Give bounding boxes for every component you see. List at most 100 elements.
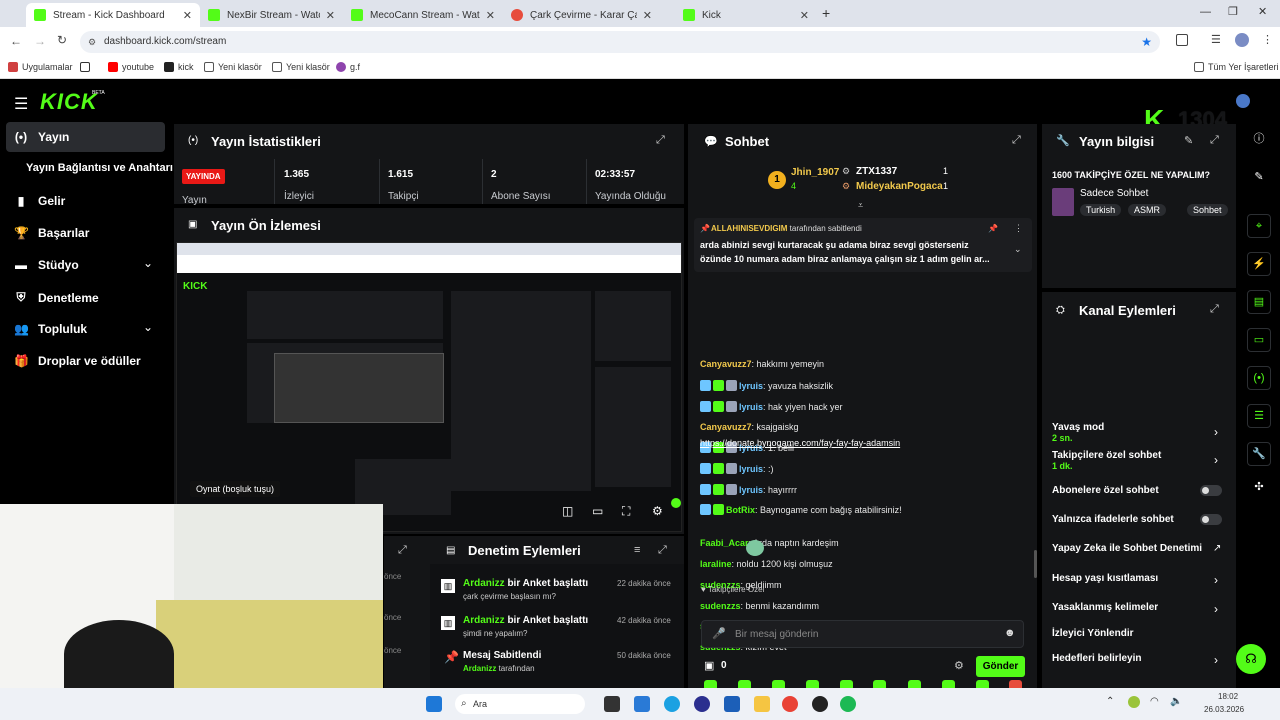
popout-icon[interactable]: ⤢ [1210, 303, 1219, 316]
sidebar-item-basarilar[interactable]: 🏆 Başarılar [14, 226, 89, 240]
support-icon[interactable]: ☊ [1236, 644, 1266, 674]
chevron-right-icon[interactable]: › [1214, 573, 1218, 587]
reading-list-icon[interactable]: ☰ [1211, 33, 1221, 46]
chevron-down-icon[interactable]: ⌄ [143, 256, 153, 270]
tag-chip[interactable]: Turkish [1080, 204, 1122, 216]
back-icon[interactable]: ← [10, 34, 22, 48]
chat-scrollbar[interactable] [1034, 550, 1037, 578]
sidebar-item-studyo[interactable]: ▬ Stüdyo [14, 258, 79, 272]
modlog-user[interactable]: Ardanizz [463, 578, 505, 589]
all-bookmarks[interactable]: Tüm Yer İşaretleri [1194, 62, 1279, 72]
edit-icon[interactable]: ✎ [1184, 134, 1193, 147]
chat-username[interactable]: sudenzzs [700, 601, 741, 611]
channel-action-row[interactable]: Yapay Zeka ile Sohbet Denetimi [1052, 543, 1202, 554]
url-input[interactable]: ⚙ dashboard.kick.com/stream ★ [80, 31, 1160, 53]
close-tab-icon[interactable]: ✕ [183, 9, 192, 22]
theater-icon[interactable]: ▭ [592, 504, 603, 518]
channel-action-row[interactable]: Yavaş mod 2 sn. [1052, 422, 1104, 443]
popout-icon[interactable]: ⤢ [658, 544, 667, 557]
tab-kick[interactable]: Kick ✕ [675, 3, 817, 27]
pinned-by-user[interactable]: ALLAHINISEVDIGIM [711, 224, 787, 233]
file-explorer-icon[interactable] [754, 696, 770, 712]
close-tab-icon[interactable]: ✕ [643, 9, 652, 22]
channel-action-row[interactable]: Hedefleri belirleyin [1052, 653, 1141, 664]
popout-icon[interactable]: ⤢ [1012, 134, 1021, 147]
clock-date[interactable]: 26.03.2026 [1204, 705, 1244, 714]
close-tab-icon[interactable]: ✕ [326, 9, 335, 22]
close-tab-icon[interactable]: ✕ [800, 9, 809, 22]
channel-action-row[interactable]: Yalnızca ifadelerle sohbet [1052, 514, 1174, 525]
channel-action-row[interactable]: İzleyici Yönlendir [1052, 628, 1134, 639]
kick-logo[interactable]: KICK [40, 89, 98, 115]
bookmark-kick[interactable]: kick [164, 62, 194, 72]
chat-username[interactable]: Canyavuzz7 [700, 422, 752, 432]
pip-icon[interactable]: ◫ [562, 504, 573, 518]
popout-icon[interactable]: ⤢ [398, 544, 407, 557]
bookmark-star-icon[interactable]: ★ [1141, 31, 1152, 53]
volume-icon[interactable]: 🔈 [1170, 696, 1182, 707]
toggle-switch[interactable] [1200, 485, 1222, 496]
filter-icon[interactable]: ≡ [634, 544, 640, 556]
forward-icon[interactable]: → [34, 34, 46, 48]
points-icon[interactable]: ▣ [704, 659, 714, 672]
user-avatar[interactable] [1236, 94, 1250, 108]
modlog-user[interactable]: Ardanizz [463, 615, 505, 626]
settings-gear-icon[interactable]: ⚙ [652, 504, 663, 518]
sidebar-item-denetleme[interactable]: ⛨ Denetleme [14, 290, 98, 305]
spotify-icon[interactable] [840, 696, 856, 712]
clock-time[interactable]: 18:02 [1218, 692, 1238, 701]
popout-icon[interactable]: ⤢ [1210, 134, 1219, 147]
collapse-icon[interactable]: ⩡ [858, 200, 863, 211]
popout-icon[interactable]: ⤢ [656, 134, 665, 147]
maximize-icon[interactable]: ❐ [1228, 5, 1238, 18]
channel-action-row[interactable]: Takipçilere özel sohbet 1 dk. [1052, 450, 1161, 471]
widgets-icon[interactable] [634, 696, 650, 712]
chevron-down-icon[interactable]: ⌄ [143, 320, 153, 334]
category-name[interactable]: Sadece Sohbet [1080, 188, 1148, 199]
bookmark-apps[interactable]: Uygulamalar [8, 62, 73, 72]
sidebar-item-droplar[interactable]: 🎁 Droplar ve ödüller [14, 354, 141, 368]
sidebar-item-gelir[interactable]: ▮ Gelir [14, 194, 66, 208]
bookmark-folder-1[interactable]: Yeni klasör [204, 62, 262, 72]
chat-username[interactable]: Canyavuzz7 [700, 359, 752, 369]
gifter-name[interactable]: ZTX1337 [856, 166, 897, 177]
channel-action-row[interactable]: Hesap yaşı kısıtlaması [1052, 573, 1158, 584]
chevron-right-icon[interactable]: › [1214, 653, 1218, 667]
minimize-icon[interactable]: — [1200, 6, 1211, 18]
close-window-icon[interactable]: ✕ [1258, 5, 1267, 18]
chat-username[interactable]: laraline [700, 559, 732, 569]
chrome-icon[interactable] [782, 696, 798, 712]
taskbar-search[interactable]: ⌕ Ara [455, 694, 585, 714]
sidebar-item-topluluk[interactable]: 👥 Topluluk [14, 322, 87, 336]
chevron-right-icon[interactable]: › [1214, 602, 1218, 616]
chat-username[interactable]: lyruis [739, 381, 763, 391]
profile-avatar[interactable] [1235, 33, 1249, 47]
tray-app-icon[interactable] [1128, 696, 1140, 708]
chat-settings-icon[interactable]: ⚙ [954, 659, 964, 672]
lightning-icon[interactable]: ⚡ [1247, 252, 1271, 276]
obs-icon[interactable] [812, 696, 828, 712]
close-tab-icon[interactable]: ✕ [486, 9, 495, 22]
wifi-icon[interactable]: ◠ [1150, 696, 1159, 707]
bookmark-youtube[interactable]: youtube [108, 62, 154, 72]
broadcast-icon[interactable]: (•) [1247, 366, 1271, 390]
list-icon[interactable]: ☰ [1247, 404, 1271, 428]
fullscreen-icon[interactable]: ⛶ [622, 504, 630, 519]
edit-icon[interactable]: ✎ [1247, 166, 1271, 190]
chat-bubble-icon[interactable]: ▭ [1247, 328, 1271, 352]
tab-mecocann[interactable]: MecoCann Stream - Watch Live ✕ [343, 3, 503, 27]
unpin-icon[interactable]: 📌 [988, 224, 998, 233]
menu-icon[interactable]: ⋮ [1262, 33, 1273, 46]
tab-cark-cevirme[interactable]: Çark Çevirme - Karar Çarkı ✕ [503, 3, 660, 27]
windows-start-icon[interactable] [426, 696, 442, 712]
chat-username[interactable]: lyruis [739, 402, 763, 412]
chat-username[interactable]: BotRix [726, 505, 755, 515]
modlog-user[interactable]: Ardanizz [463, 664, 496, 673]
tab-stream-dashboard[interactable]: Stream - Kick Dashboard ✕ [26, 3, 200, 27]
chat-username[interactable]: lyruis [739, 464, 763, 474]
site-info-icon[interactable]: ⚙ [88, 31, 96, 53]
toggle-switch[interactable] [1200, 514, 1222, 525]
tray-chevron-icon[interactable]: ⌃ [1106, 696, 1114, 707]
info-icon[interactable]: ⓘ [1247, 128, 1271, 152]
hamburger-menu-icon[interactable]: ☰ [14, 94, 28, 114]
